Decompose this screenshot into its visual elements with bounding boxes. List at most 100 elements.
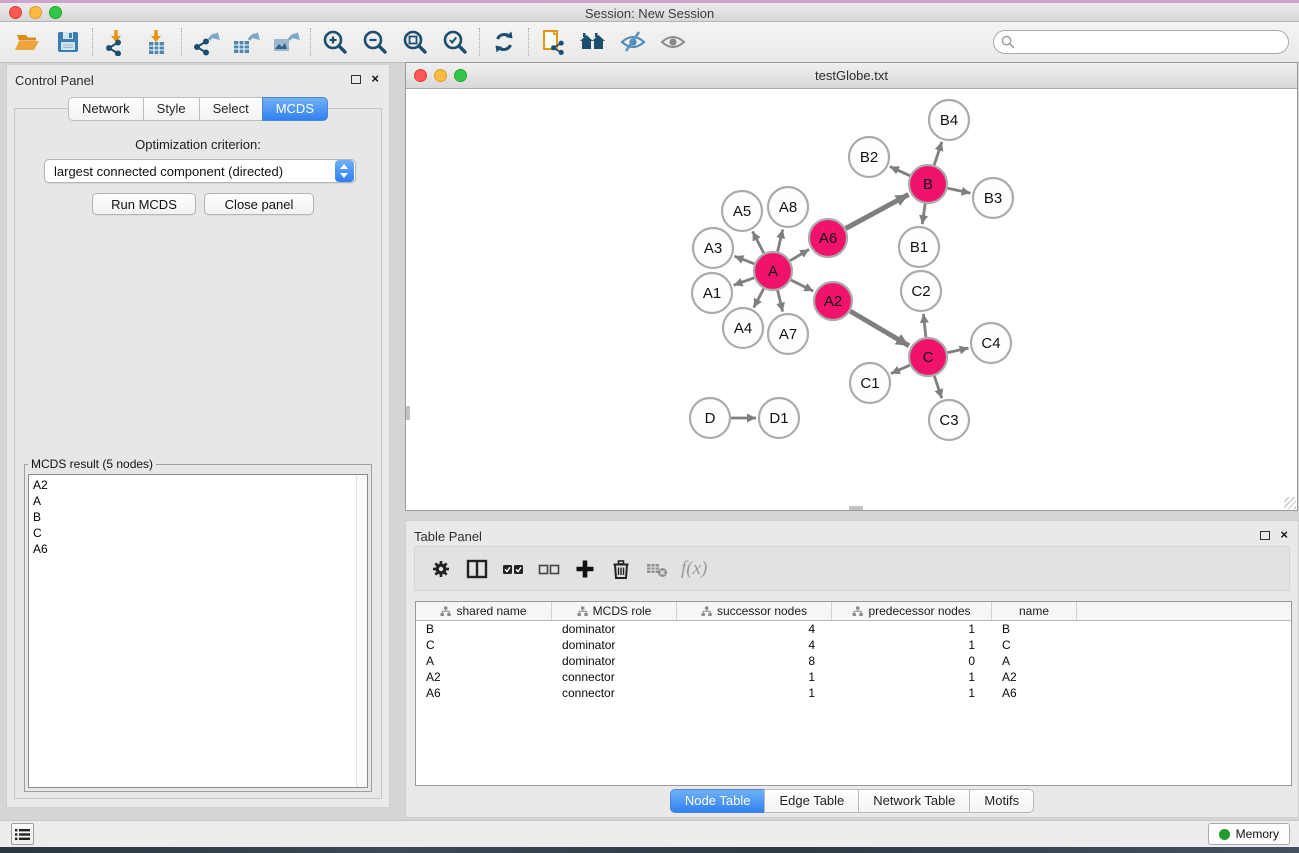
float-panel-icon[interactable]	[351, 75, 361, 84]
result-item[interactable]: A6	[33, 541, 356, 557]
tab-style[interactable]: Style	[143, 97, 199, 121]
column-header-shared-name[interactable]: shared name	[416, 602, 552, 620]
edge-A-A1[interactable]	[734, 278, 755, 285]
delete-table-button[interactable]	[639, 553, 675, 585]
node-D1[interactable]: D1	[759, 398, 799, 438]
result-item[interactable]: B	[33, 509, 356, 525]
task-monitor-button[interactable]	[11, 823, 34, 845]
toggle-columns-button[interactable]	[459, 553, 495, 585]
edge-A-A7[interactable]	[778, 290, 783, 311]
edge-A6-B[interactable]	[846, 194, 909, 228]
node-A8[interactable]: A8	[768, 187, 808, 227]
close-panel-button[interactable]: Close panel	[204, 193, 314, 215]
mcds-result-list[interactable]: A2ABCA6	[29, 475, 356, 787]
table-row[interactable]: Adominator80A	[416, 653, 1291, 669]
hide-graphics-details-button[interactable]	[613, 25, 653, 59]
zoom-in-button[interactable]	[315, 25, 355, 59]
memory-button[interactable]: Memory	[1208, 823, 1290, 845]
edge-B-B3[interactable]	[948, 188, 971, 193]
edge-C-C1[interactable]	[891, 365, 910, 373]
node-C4[interactable]: C4	[971, 323, 1011, 363]
tab-select[interactable]: Select	[199, 97, 262, 121]
node-A7[interactable]: A7	[768, 314, 808, 354]
edge-C-C2[interactable]	[923, 314, 925, 337]
node-B1[interactable]: B1	[899, 227, 939, 267]
node-C1[interactable]: C1	[850, 363, 890, 403]
refresh-button[interactable]	[484, 25, 524, 59]
node-B3[interactable]: B3	[973, 178, 1013, 218]
edge-A2-C[interactable]	[850, 311, 909, 346]
tab-network[interactable]: Network	[68, 97, 143, 121]
horizontal-scroll-thumb[interactable]	[849, 506, 863, 510]
network-canvas[interactable]: B4B2BB3B1A6A5A8A3AA1C2A2A4A7C4CC1C3DD1	[406, 89, 1297, 510]
node-C2[interactable]: C2	[901, 271, 941, 311]
home-layout-button[interactable]	[573, 25, 613, 59]
export-network-button[interactable]	[186, 25, 226, 59]
tab-mcds[interactable]: MCDS	[262, 97, 328, 121]
edge-A-A2[interactable]	[791, 280, 813, 291]
column-header-successor-nodes[interactable]: successor nodes	[677, 602, 832, 620]
node-C3[interactable]: C3	[929, 400, 969, 440]
result-item[interactable]: C	[33, 525, 356, 541]
run-mcds-button[interactable]: Run MCDS	[92, 193, 196, 215]
table-row[interactable]: A2connector11A2	[416, 669, 1291, 685]
result-item[interactable]: A2	[33, 477, 356, 493]
export-table-button[interactable]	[226, 25, 266, 59]
edge-B-B2[interactable]	[890, 167, 910, 176]
column-header-MCDS-role[interactable]: MCDS role	[552, 602, 677, 620]
add-column-button[interactable]	[567, 553, 603, 585]
table-row[interactable]: A6connector11A6	[416, 685, 1291, 701]
column-header-predecessor-nodes[interactable]: predecessor nodes	[832, 602, 992, 620]
import-network-button[interactable]	[97, 25, 137, 59]
network-graph[interactable]: B4B2BB3B1A6A5A8A3AA1C2A2A4A7C4CC1C3DD1	[406, 89, 1297, 510]
tab-network-table[interactable]: Network Table	[858, 789, 969, 813]
edge-A-A3[interactable]	[734, 256, 754, 264]
edge-B-B4[interactable]	[934, 142, 942, 165]
zoom-selected-button[interactable]	[435, 25, 475, 59]
edge-A-A4[interactable]	[754, 289, 764, 308]
node-A1[interactable]: A1	[692, 273, 732, 313]
edge-C-C4[interactable]	[948, 348, 969, 353]
result-list-scrollbar[interactable]	[356, 475, 367, 787]
table-row[interactable]: Bdominator41B	[416, 621, 1291, 637]
node-A3[interactable]: A3	[693, 228, 733, 268]
close-panel-icon[interactable]: ×	[371, 74, 379, 84]
node-A5[interactable]: A5	[722, 191, 762, 231]
tab-motifs[interactable]: Motifs	[969, 789, 1034, 813]
export-image-button[interactable]	[266, 25, 306, 59]
node-A2[interactable]: A2	[814, 282, 852, 320]
new-network-button[interactable]	[533, 25, 573, 59]
tab-node-table[interactable]: Node Table	[670, 789, 765, 813]
zoom-fit-button[interactable]	[395, 25, 435, 59]
search-input[interactable]	[1015, 33, 1288, 51]
node-D[interactable]: D	[690, 398, 730, 438]
save-session-button[interactable]	[48, 25, 88, 59]
search-field[interactable]	[993, 30, 1289, 54]
node-A4[interactable]: A4	[723, 308, 763, 348]
edge-B-B1[interactable]	[922, 204, 925, 224]
float-table-panel-icon[interactable]	[1260, 531, 1270, 540]
node-A6[interactable]: A6	[809, 219, 847, 257]
table-row[interactable]: Cdominator41C	[416, 637, 1291, 653]
optimization-criterion-dropdown[interactable]: largest connected component (directed)	[44, 159, 356, 183]
function-builder-button[interactable]: f(x)	[675, 558, 707, 580]
resize-grip-icon[interactable]	[1284, 497, 1296, 509]
deselect-all-button[interactable]	[531, 553, 567, 585]
node-A[interactable]: A	[754, 252, 792, 290]
settings-button[interactable]	[423, 553, 459, 585]
edge-A-A6[interactable]	[790, 249, 809, 260]
import-table-button[interactable]	[137, 25, 177, 59]
edge-A-A8[interactable]	[778, 229, 783, 251]
node-B[interactable]: B	[909, 165, 947, 203]
node-B4[interactable]: B4	[929, 100, 969, 140]
select-all-button[interactable]	[495, 553, 531, 585]
vertical-scroll-thumb[interactable]	[406, 406, 410, 420]
edge-C-C3[interactable]	[934, 376, 941, 398]
network-window-titlebar[interactable]: testGlobe.txt	[406, 63, 1297, 89]
zoom-out-button[interactable]	[355, 25, 395, 59]
open-file-button[interactable]	[8, 25, 48, 59]
node-B2[interactable]: B2	[849, 137, 889, 177]
result-item[interactable]: A	[33, 493, 356, 509]
close-table-panel-icon[interactable]: ×	[1280, 530, 1288, 540]
show-graphics-details-button[interactable]	[653, 25, 693, 59]
